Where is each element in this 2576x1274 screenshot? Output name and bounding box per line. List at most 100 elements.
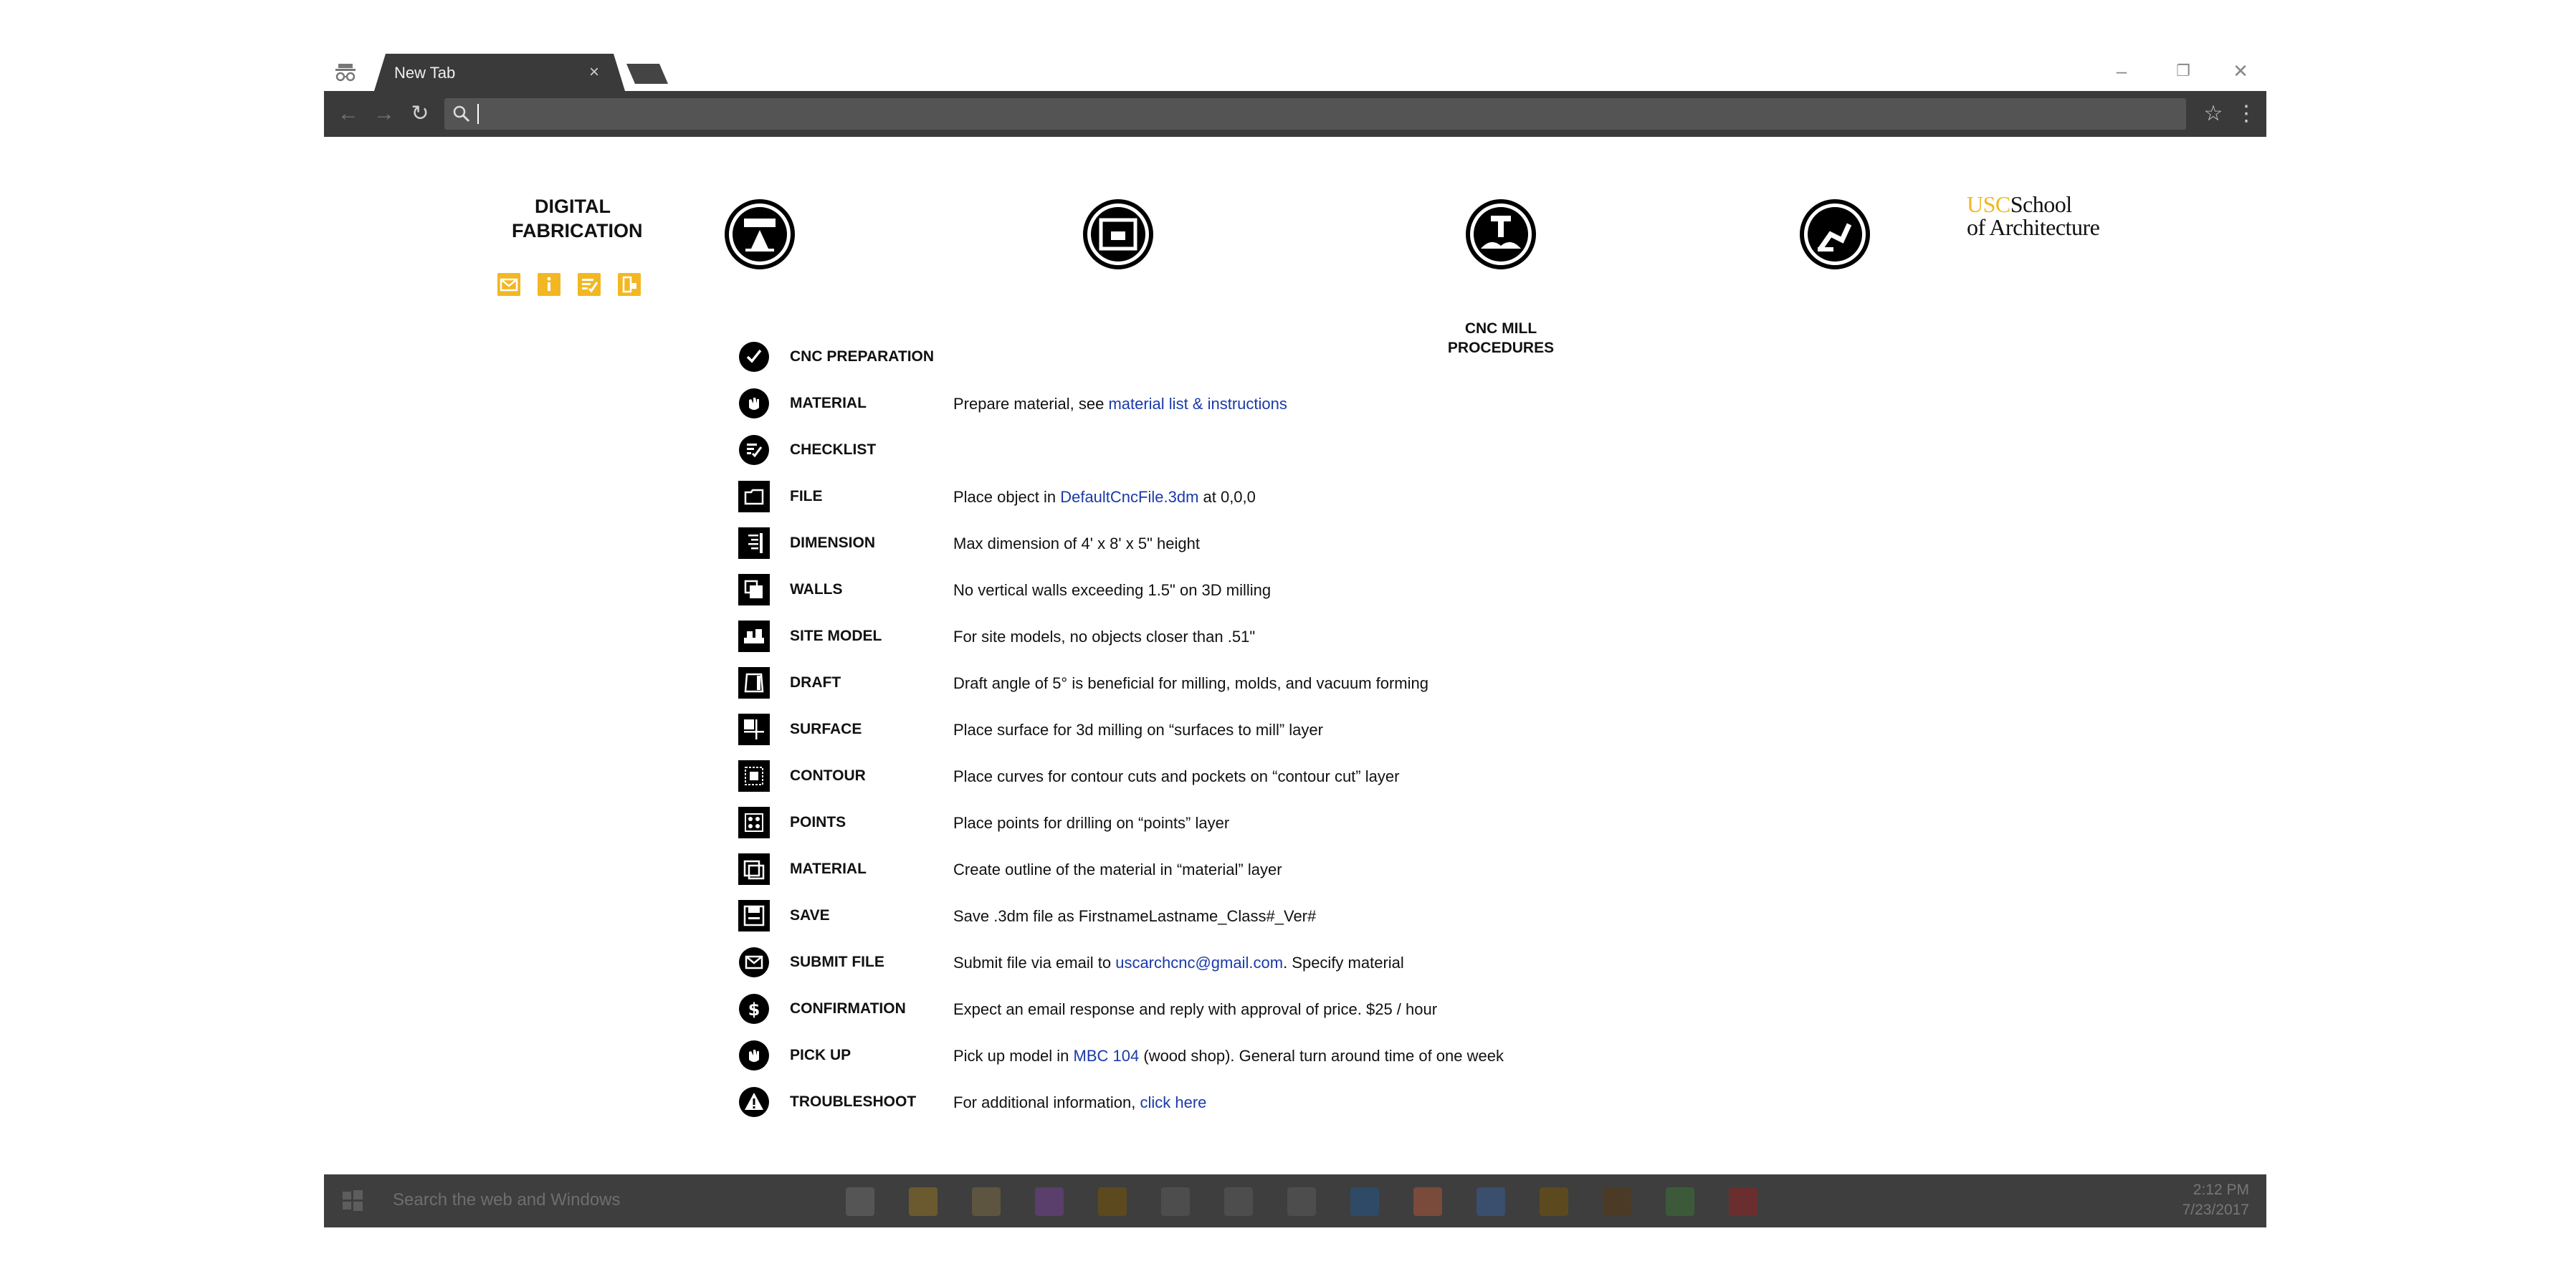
taskbar-app-outlook-icon[interactable] (1477, 1187, 1505, 1216)
taskbar-app-bridge-icon[interactable] (1603, 1187, 1631, 1216)
usc-acronym: USC (1967, 191, 2010, 217)
step-label: MATERIAL (790, 861, 867, 877)
step-text: For site models, no objects closer than … (953, 628, 1256, 646)
taskbar-app-photoshop-icon[interactable] (1350, 1187, 1379, 1216)
step-text: Max dimension of 4' x 8' x 5" height (953, 535, 1200, 552)
step-label: CONTOUR (790, 767, 866, 784)
taskbar-app-illustrator-icon[interactable] (1540, 1187, 1568, 1216)
taskbar-app-x-app-icon[interactable] (1161, 1187, 1190, 1216)
taskbar-app-chrome-icon[interactable] (1413, 1187, 1442, 1216)
step-description: No vertical walls exceeding 1.5" on 3D m… (953, 581, 1271, 600)
step-text: Prepare material, see (953, 395, 1109, 413)
material-outline-icon (738, 853, 770, 885)
step-description: Create outline of the material in “mater… (953, 861, 1282, 879)
step-description: Submit file via email to uscarchcnc@gmai… (953, 954, 1404, 972)
save-icon (738, 900, 770, 931)
step-text: Place object in (953, 488, 1061, 506)
taskbar-app-task-view-icon[interactable] (846, 1187, 874, 1216)
taskbar-app-illustrator-icon[interactable] (1098, 1187, 1127, 1216)
step-row-material: MATERIAL Prepare material, see material l… (738, 383, 1885, 423)
address-bar[interactable] (444, 98, 2186, 130)
step-label: DRAFT (790, 674, 841, 691)
step-link[interactable]: click here (1140, 1093, 1206, 1111)
step-row-confirmation: $ CONFIRMATION Expect an email response an… (738, 989, 1885, 1029)
step-description: Expect an email response and reply with … (953, 1000, 1437, 1019)
step-row-contour: CONTOUR Place curves for contour cuts and… (738, 756, 1885, 796)
step-text: Create outline of the material in “mater… (953, 861, 1282, 878)
site-title[interactable]: DIGITAL FABRICATION (512, 194, 643, 243)
checkmark-icon (739, 342, 769, 372)
usc-logo-line2: of Architecture (1967, 214, 2100, 240)
step-text: Place curves for contour cuts and pocket… (953, 767, 1400, 785)
clock-time: 2:12 PM (2193, 1182, 2249, 1198)
step-text: Expect an email response and reply with … (953, 1000, 1438, 1018)
menu-icon[interactable]: ⋮ (2233, 101, 2259, 127)
windows-taskbar: Search the web and Windows 2:12 PM 7/23/… (324, 1174, 2266, 1227)
bookmark-star-icon[interactable]: ☆ (2200, 101, 2226, 127)
step-label: POINTS (790, 814, 846, 830)
step-link[interactable]: material list & instructions (1108, 395, 1287, 413)
site-model-icon (738, 621, 770, 652)
step-text: Draft angle of 5° is beneficial for mill… (953, 674, 1428, 692)
step-text: Pick up model in (953, 1047, 1074, 1065)
step-label: SITE MODEL (790, 628, 882, 644)
taskbar-app-filezilla-icon[interactable] (1729, 1187, 1757, 1216)
cnc-mill-hub-icon[interactable] (1465, 198, 1537, 270)
step-description: Place curves for contour cuts and pocket… (953, 767, 1399, 786)
step-description: Place points for drilling on “points” la… (953, 814, 1229, 833)
step-link[interactable]: DefaultCncFile.3dm (1060, 488, 1198, 506)
dimension-icon (738, 527, 770, 559)
contour-icon (738, 760, 770, 792)
step-row-save: SAVE Save .3dm file as FirstnameLastname_… (738, 896, 1885, 936)
forward-icon[interactable]: → (371, 101, 397, 127)
step-label: SURFACE (790, 721, 862, 737)
text-cursor (477, 104, 479, 124)
step-text-after: (wood shop). General turn around time of… (1139, 1047, 1504, 1065)
step-link[interactable]: uscarchcnc@gmail.com (1115, 954, 1283, 972)
new-tab-button[interactable] (626, 64, 668, 84)
taskbar-app-onenote-icon[interactable] (1035, 1187, 1064, 1216)
step-description: Pick up model in MBC 104 (wood shop). Ge… (953, 1047, 1504, 1065)
taskbar-search-box[interactable]: Search the web and Windows (393, 1190, 621, 1210)
step-description: Place object in DefaultCncFile.3dm at 0,… (953, 488, 1256, 507)
back-icon[interactable]: ← (335, 101, 361, 127)
laser-cutter-hub-icon[interactable] (724, 198, 796, 270)
minimize-icon[interactable]: – (2107, 58, 2136, 84)
close-window-icon[interactable]: ✕ (2226, 58, 2255, 84)
robotics-hub-icon[interactable] (1799, 198, 1871, 270)
mail-icon[interactable] (497, 273, 520, 296)
step-label: DIMENSION (790, 535, 876, 551)
step-text: Place surface for 3d milling on “surface… (953, 721, 1323, 739)
usc-architecture-logo[interactable]: USCSchool of Architecture (1967, 193, 2153, 239)
hand-icon (739, 1040, 769, 1071)
taskbar-app-file-explorer-icon[interactable] (909, 1187, 938, 1216)
restore-icon[interactable]: ❐ (2169, 58, 2198, 84)
tab-new-tab[interactable]: New Tab × (374, 54, 625, 91)
usc-logo-line1: School (2010, 191, 2072, 217)
points-icon (738, 807, 770, 838)
taskbar-app-files-icon[interactable] (972, 1187, 1001, 1216)
taskbar-app-phone-app-icon[interactable] (1287, 1187, 1316, 1216)
taskbar-clock[interactable]: 2:12 PM 7/23/2017 (2183, 1180, 2249, 1220)
step-row-checklist: CHECKLIST (738, 430, 1885, 470)
tab-close-icon[interactable]: × (589, 62, 599, 82)
step-description: For additional information, click here (953, 1093, 1206, 1112)
step-row-pick-up: PICK UP Pick up model in MBC 104 (wood sh… (738, 1035, 1885, 1076)
taskbar-app-globe-app-icon[interactable] (1224, 1187, 1253, 1216)
step-row-cnc-preparation: CNC PREPARATION (738, 337, 1885, 377)
taskbar-app-dreamweaver-icon[interactable] (1666, 1187, 1694, 1216)
info-icon[interactable] (538, 273, 560, 296)
3d-printer-hub-icon[interactable] (1082, 198, 1154, 270)
reload-icon[interactable]: ↻ (407, 101, 433, 127)
tab-title: New Tab (394, 64, 456, 82)
browser-toolbar: ← → ↻ ☆ ⋮ (324, 91, 2266, 137)
windows-start-icon[interactable] (341, 1189, 364, 1212)
step-link[interactable]: MBC 104 (1074, 1047, 1140, 1065)
checklist-icon[interactable] (578, 273, 601, 296)
title-bar: New Tab × – ❐ ✕ (324, 52, 2266, 91)
step-row-troubleshoot: TROUBLESHOOT For additional information, … (738, 1082, 1885, 1122)
step-label: PICK UP (790, 1047, 851, 1063)
step-row-material: MATERIAL Create outline of the material i… (738, 849, 1885, 889)
address-input[interactable] (476, 101, 2170, 128)
pickup-icon[interactable] (618, 273, 641, 296)
